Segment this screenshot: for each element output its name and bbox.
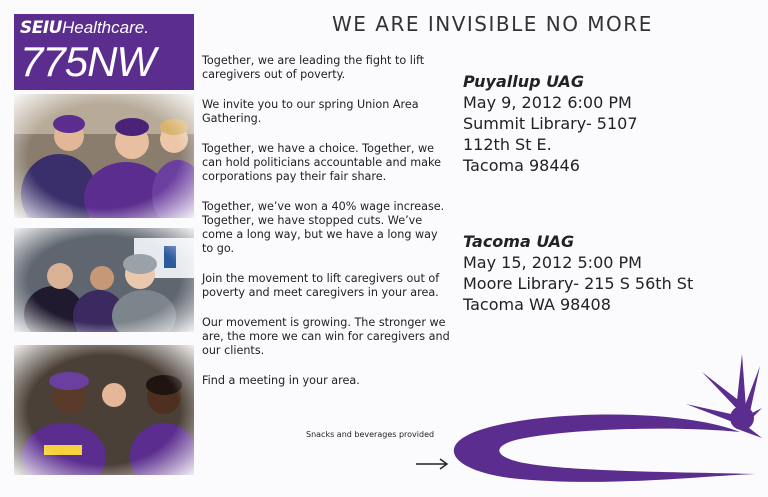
event-name: Tacoma UAG	[463, 232, 575, 251]
body-paragraph-5: Join the movement to lift caregivers out…	[202, 272, 440, 299]
caregivers-photo-2	[14, 228, 194, 332]
event-tacoma: Tacoma UAG May 15, 2012 5:00 PM Moore Li…	[463, 232, 693, 315]
event-street: 112th St E.	[463, 135, 552, 154]
logo-brand: SEIU Healthcare.	[20, 18, 188, 38]
body-paragraph-4: Together, we’ve won a 40% wage increase.…	[202, 200, 445, 255]
logo-seiu: SEIU	[20, 18, 63, 38]
event-location: Summit Library- 5107	[463, 114, 638, 133]
body-paragraph-3: Together, we have a choice. Together, we…	[202, 142, 441, 183]
snacks-note: Snacks and beverages provided	[306, 430, 435, 439]
event-location: Moore Library- 215 S 56th St	[463, 274, 694, 293]
event-name: Puyallup UAG	[463, 72, 584, 91]
event-puyallup: Puyallup UAG May 9, 2012 6:00 PM Summit …	[463, 72, 638, 176]
logo-local-number: 775NW	[20, 38, 156, 85]
swoosh-starburst-graphic	[440, 350, 762, 494]
event-city: Tacoma WA 98408	[463, 295, 611, 314]
event-city: Tacoma 98446	[463, 156, 580, 175]
caregivers-photo-3	[14, 345, 194, 475]
page-headline: WE ARE INVISIBLE NO MORE	[332, 12, 653, 36]
caregivers-photo-1	[14, 94, 194, 218]
logo-healthcare: Healthcare.	[62, 18, 149, 37]
body-paragraph-7: Find a meeting in your area.	[202, 374, 360, 387]
seiu-logo: SEIU Healthcare. 775NW	[14, 14, 194, 90]
body-paragraph-2: We invite you to our spring Union Area G…	[202, 98, 419, 125]
event-datetime: May 15, 2012 5:00 PM	[463, 253, 642, 272]
event-datetime: May 9, 2012 6:00 PM	[463, 93, 632, 112]
body-paragraph-1: Together, we are leading the fight to li…	[202, 54, 425, 81]
body-paragraph-6: Our movement is growing. The stronger we…	[202, 316, 450, 357]
body-copy: Together, we are leading the fight to li…	[202, 54, 452, 404]
